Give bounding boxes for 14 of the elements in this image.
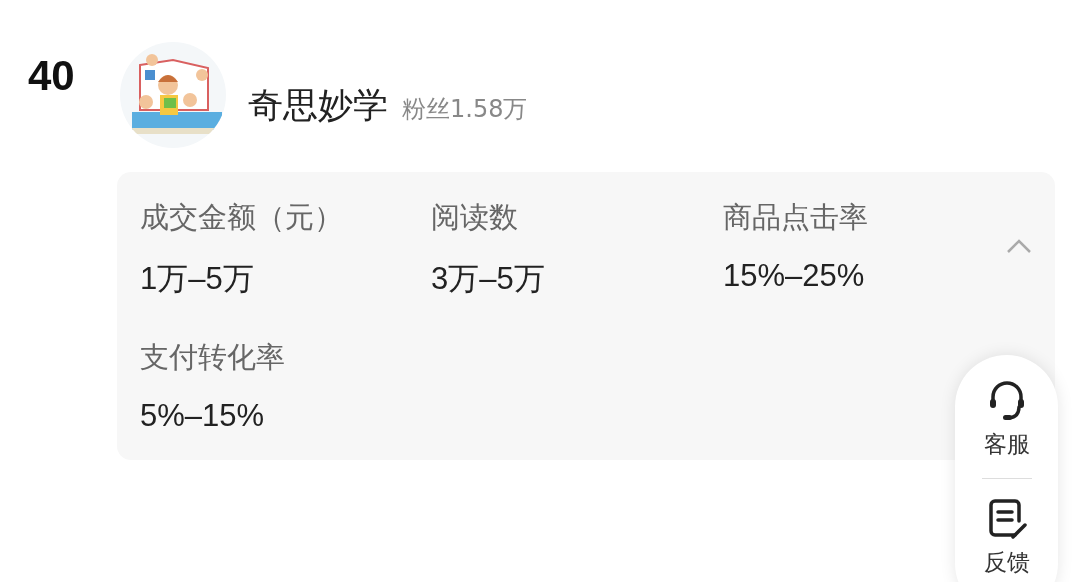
fans-count: 粉丝1.58万: [402, 94, 528, 125]
stat-label: 阅读数: [431, 199, 519, 236]
service-button[interactable]: 客服: [983, 379, 1030, 460]
stat-value: 1万–5万: [140, 260, 255, 298]
stat-value: 15%–25%: [723, 258, 866, 294]
chevron-up-icon[interactable]: [1006, 238, 1032, 254]
stat-value: 3万–5万: [431, 260, 546, 298]
stat-label: 商品点击率: [723, 199, 869, 236]
feedback-button[interactable]: 反馈: [983, 497, 1030, 578]
rank-number: 40: [28, 52, 76, 100]
stat-value: 5%–15%: [140, 398, 266, 434]
stat-label: 成交金额（元）: [140, 199, 344, 236]
stat-label: 支付转化率: [140, 339, 286, 376]
account-name: 奇思妙学: [248, 84, 388, 127]
